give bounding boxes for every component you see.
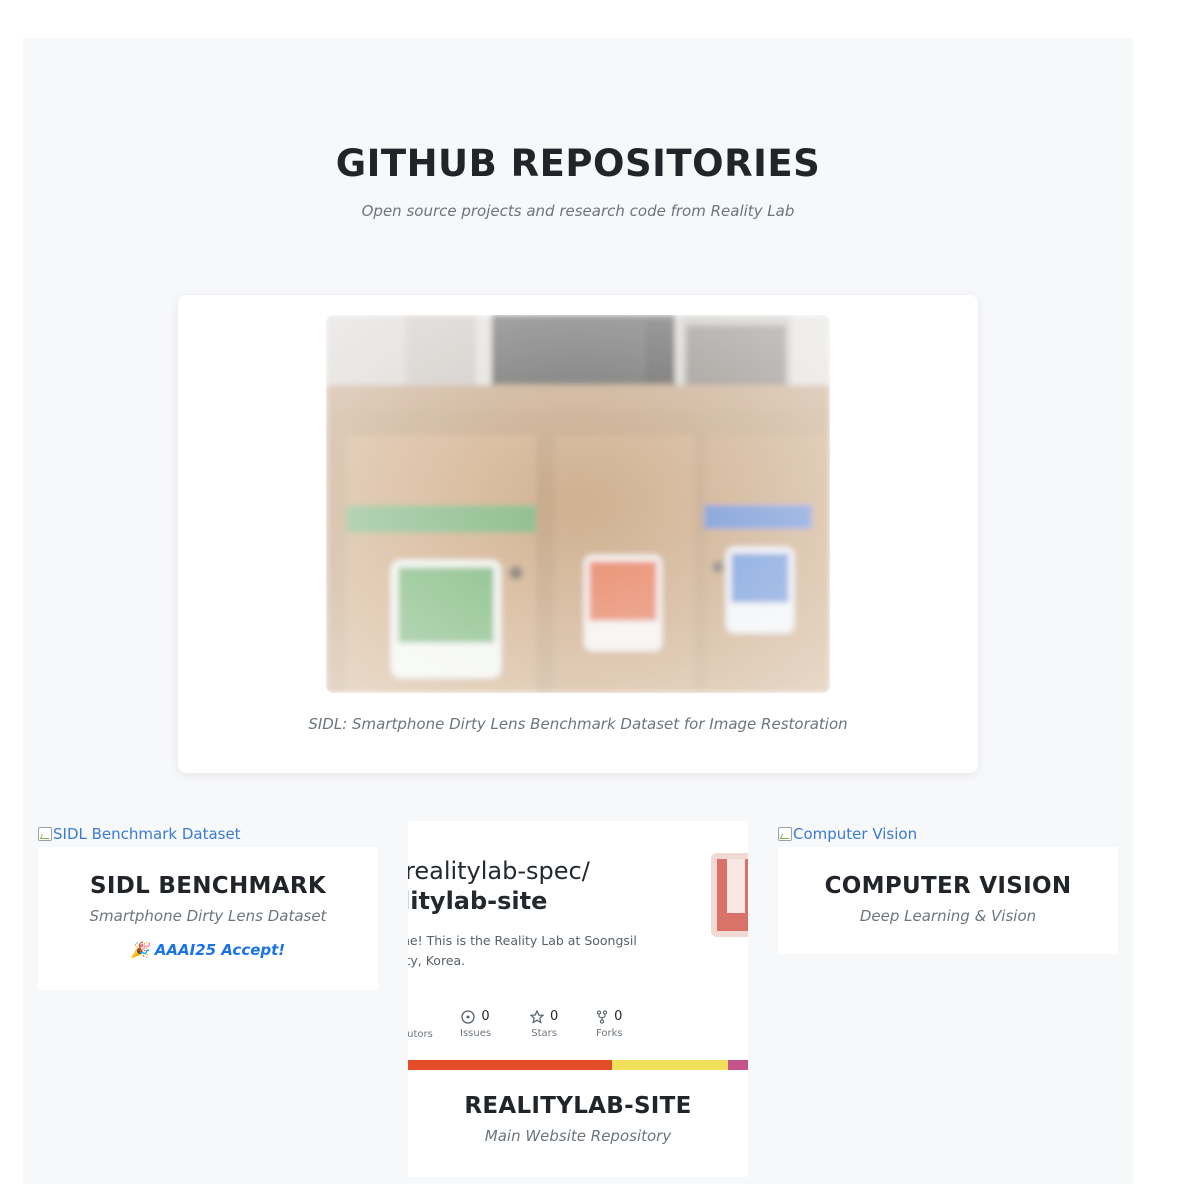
computer-vision-subtitle: Deep Learning & Vision (859, 907, 1037, 925)
computer-vision-image-alt: Computer Vision (793, 825, 918, 843)
sidl-benchmark-card[interactable]: SIDL BENCHMARK Smartphone Dirty Lens Dat… (38, 847, 378, 990)
broken-image-icon (38, 827, 52, 841)
stars-value: 0 (550, 1009, 559, 1024)
dataset-photo (326, 315, 830, 693)
issues-icon (461, 1009, 476, 1024)
repo-name: litylab-site (408, 887, 548, 915)
aaai25-badge[interactable]: 🎉 AAAI25 Accept! (38, 941, 378, 959)
stars-label: Stars (531, 1028, 557, 1039)
issues-label: Issues (460, 1028, 492, 1039)
realitylab-site-footer: REALITYLAB-SITE Main Website Repository (408, 1093, 748, 1145)
computer-vision-card[interactable]: COMPUTER VISION Deep Learning & Vision (778, 847, 1118, 954)
party-popper-icon: 🎉 (130, 941, 150, 959)
sidl-benchmark-title: SIDL BENCHMARK (90, 873, 326, 899)
language-segment (612, 1060, 728, 1070)
language-segment (727, 1060, 748, 1070)
computer-vision-title: COMPUTER VISION (824, 873, 1072, 899)
contributors-value (408, 1009, 433, 1025)
sidl-benchmark-subtitle: Smartphone Dirty Lens Dataset (89, 907, 327, 925)
featured-repo-image[interactable] (326, 315, 830, 693)
repo-owner: realitylab-spec/ (408, 857, 590, 885)
section-subtitle: Open source projects and research code f… (361, 202, 795, 220)
forks-value: 0 (614, 1009, 623, 1024)
realitylab-site-card[interactable]: realitylab-spec/ litylab-site ne! This i… (408, 821, 748, 1177)
section-title: GITHUB REPOSITORIES (335, 142, 821, 185)
stat-issues: 0 Issues (460, 1009, 491, 1039)
star-icon (530, 1009, 544, 1024)
sidl-benchmark-image-alt: SIDL Benchmark Dataset (53, 825, 241, 843)
realitylab-site-subtitle: Main Website Repository (484, 1127, 672, 1145)
stat-stars: 0 Stars (530, 1009, 558, 1039)
broken-image-icon (778, 827, 792, 841)
contributors-label: ibutors (408, 1029, 433, 1040)
github-repositories-section: GITHUB REPOSITORIES Open source projects… (23, 38, 1133, 1184)
language-bar (408, 1060, 748, 1070)
sidl-benchmark-image[interactable]: SIDL Benchmark Dataset (38, 825, 241, 843)
stat-forks: 0 Forks (596, 1009, 623, 1039)
computer-vision-image[interactable]: Computer Vision (778, 825, 917, 843)
fork-icon (597, 1009, 608, 1024)
forks-label: Forks (596, 1028, 623, 1039)
featured-repo-caption: SIDL: Smartphone Dirty Lens Benchmark Da… (308, 715, 848, 733)
featured-repo-card[interactable]: SIDL: Smartphone Dirty Lens Benchmark Da… (178, 295, 978, 773)
aaai25-badge-label: AAAI25 Accept! (154, 941, 286, 959)
stat-contributors: ibutors (408, 1009, 433, 1040)
realitylab-site-title: REALITYLAB-SITE (464, 1093, 692, 1119)
reality-lab-logo-icon (711, 853, 748, 937)
repo-description: ne! This is the Reality Lab at Soongsil … (408, 933, 637, 968)
github-repo-preview[interactable]: realitylab-spec/ litylab-site ne! This i… (408, 821, 748, 1071)
issues-value: 0 (481, 1009, 490, 1024)
language-segment (408, 1060, 612, 1070)
